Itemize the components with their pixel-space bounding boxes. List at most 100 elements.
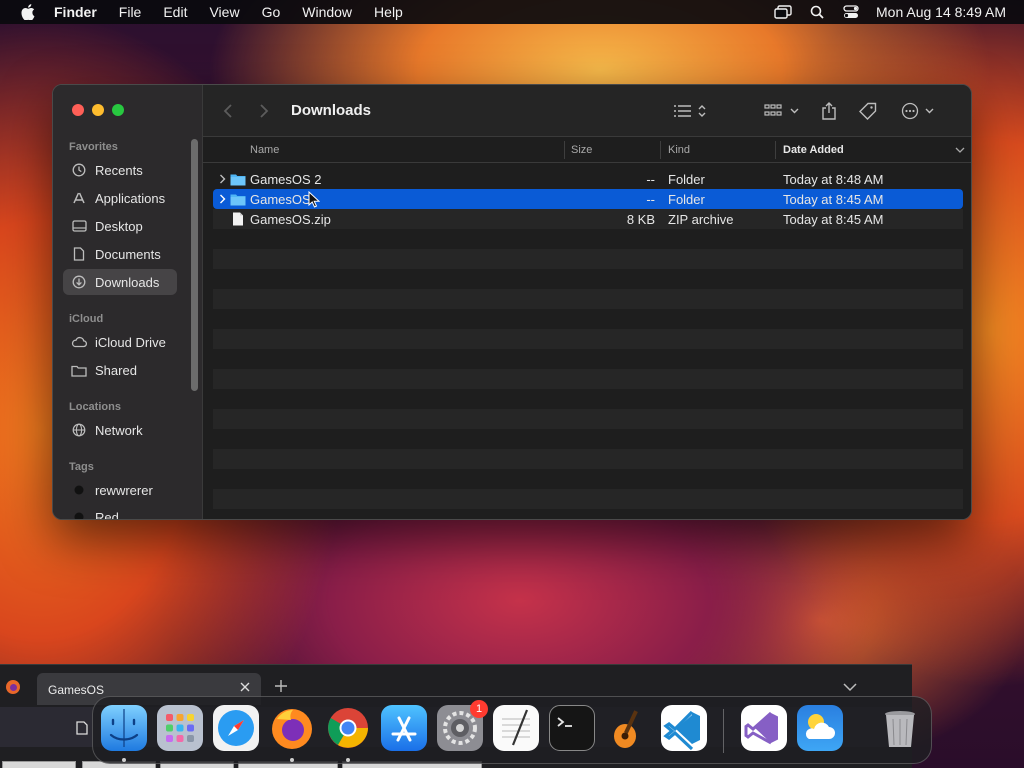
sidebar-item-documents[interactable]: Documents: [63, 241, 177, 267]
window-controls: [72, 104, 124, 116]
table-row-selected[interactable]: GamesOS -- Folder Today at 8:45 AM: [213, 189, 963, 209]
sidebar-item-desktop[interactable]: Desktop: [63, 213, 177, 239]
share-icon[interactable]: [821, 99, 837, 123]
mouse-pointer-icon: [308, 190, 321, 211]
sidebar-item-shared[interactable]: Shared: [63, 357, 177, 383]
tag-icon[interactable]: [859, 99, 877, 123]
menu-help[interactable]: Help: [374, 4, 403, 20]
back-arrow-icon[interactable]: [223, 99, 233, 123]
garageband-dock-icon[interactable]: [605, 705, 651, 751]
finder-window: Favorites Recents Applications Desktop D…: [52, 84, 972, 520]
sidebar-item-label: Red: [95, 509, 119, 520]
more-actions-icon[interactable]: [901, 99, 937, 123]
file-list-area: Name Size Kind Date Added GamesOS 2 -- F…: [203, 137, 971, 519]
weather-dock-icon[interactable]: [797, 705, 843, 751]
sidebar-item-label: Recents: [95, 162, 143, 178]
close-window-button[interactable]: [72, 104, 84, 116]
sidebar-item-applications[interactable]: Applications: [63, 185, 177, 211]
menu-go[interactable]: Go: [262, 4, 281, 20]
file-kind: Folder: [668, 192, 705, 207]
finder-dock-icon[interactable]: [101, 705, 147, 751]
sidebar-item-label: Applications: [95, 190, 166, 206]
menu-clock[interactable]: Mon Aug 14 8:49 AM: [876, 4, 1006, 20]
sidebar-item-label: Downloads: [95, 274, 160, 290]
empty-row: [213, 349, 963, 369]
screen-mirroring-icon[interactable]: [772, 0, 794, 24]
sidebar-scrollbar[interactable]: [191, 139, 198, 391]
firefox-dock-icon[interactable]: [269, 705, 315, 751]
spotlight-search-icon[interactable]: [806, 0, 828, 24]
globe-icon: [71, 422, 87, 438]
sidebar-item-tag-rewwrerer[interactable]: rewwrerer: [63, 477, 177, 503]
file-size: 8 KB: [626, 212, 655, 227]
column-header-size[interactable]: Size: [571, 144, 592, 156]
tab-list-chevron-down-icon[interactable]: [843, 679, 857, 697]
disclosure-chevron-icon[interactable]: [216, 172, 228, 186]
dock: 1: [92, 696, 932, 764]
system-settings-dock-icon[interactable]: 1: [437, 700, 488, 751]
chrome-dock-icon[interactable]: [325, 705, 371, 751]
list-view-icon[interactable]: [673, 99, 709, 123]
menu-file[interactable]: File: [119, 4, 142, 20]
column-separator[interactable]: [775, 141, 776, 159]
disclosure-chevron-icon[interactable]: [216, 192, 228, 206]
file-name: GamesOS.zip: [250, 212, 331, 227]
column-separator[interactable]: [564, 141, 565, 159]
group-by-icon[interactable]: [764, 99, 802, 123]
sidebar-section-icloud: iCloud: [69, 313, 104, 325]
menu-window[interactable]: Window: [302, 4, 352, 20]
sidebar-item-recents[interactable]: Recents: [63, 157, 177, 183]
zoom-window-button[interactable]: [112, 104, 124, 116]
empty-row: [213, 429, 963, 449]
column-header-kind[interactable]: Kind: [668, 144, 690, 156]
empty-row: [213, 249, 963, 269]
cloud-icon: [71, 334, 87, 350]
sort-chevron-down-icon[interactable]: [955, 145, 965, 157]
firefox-small-icon: [5, 679, 21, 700]
sidebar-item-label: iCloud Drive: [95, 334, 166, 350]
menu-finder[interactable]: Finder: [54, 4, 97, 20]
sidebar-item-label: Network: [95, 422, 143, 438]
apple-menu-icon[interactable]: [19, 4, 37, 20]
column-separator[interactable]: [660, 141, 661, 159]
trash-dock-icon[interactable]: [877, 705, 923, 751]
column-header-name[interactable]: Name: [250, 144, 279, 156]
file-kind: Folder: [668, 172, 705, 187]
menu-edit[interactable]: Edit: [163, 4, 187, 20]
applications-icon: [71, 190, 87, 206]
bookmark-item[interactable]: [2, 761, 76, 768]
terminal-dock-icon[interactable]: [549, 705, 595, 751]
file-kind: ZIP archive: [668, 212, 734, 227]
table-row[interactable]: GamesOS 2 -- Folder Today at 8:48 AM: [213, 169, 963, 189]
column-header-date-added[interactable]: Date Added: [783, 144, 844, 156]
app-store-dock-icon[interactable]: [381, 705, 427, 751]
menu-view[interactable]: View: [209, 4, 239, 20]
sidebar-item-tag-red[interactable]: Red: [63, 504, 177, 520]
sidebar-item-label: Desktop: [95, 218, 143, 234]
vscode-dock-icon[interactable]: [661, 705, 707, 751]
dock-separator: [723, 709, 724, 753]
menu-bar: Finder File Edit View Go Window Help Mon…: [0, 0, 1024, 24]
sidebar-item-icloud-drive[interactable]: iCloud Drive: [63, 329, 177, 355]
file-date-added: Today at 8:45 AM: [783, 212, 884, 227]
empty-row: [213, 489, 963, 509]
page-icon: [76, 721, 88, 740]
control-center-icon[interactable]: [840, 0, 862, 24]
forward-arrow-icon[interactable]: [259, 99, 269, 123]
shared-folder-icon: [71, 362, 87, 378]
folder-icon: [230, 172, 246, 186]
close-tab-icon[interactable]: [239, 681, 251, 696]
launchpad-dock-icon[interactable]: [157, 705, 203, 751]
tag-dot-icon: [71, 482, 87, 498]
zip-file-icon: [230, 212, 246, 226]
visual-studio-dock-icon[interactable]: [741, 705, 787, 751]
table-row[interactable]: GamesOS.zip 8 KB ZIP archive Today at 8:…: [213, 209, 963, 229]
empty-row: [213, 389, 963, 409]
sidebar-item-label: rewwrerer: [95, 482, 153, 498]
minimize-window-button[interactable]: [92, 104, 104, 116]
safari-dock-icon[interactable]: [213, 705, 259, 751]
sidebar-item-downloads[interactable]: Downloads: [63, 269, 177, 295]
textedit-dock-icon[interactable]: [493, 705, 539, 751]
sidebar-item-network[interactable]: Network: [63, 417, 177, 443]
notification-badge: 1: [470, 700, 488, 718]
